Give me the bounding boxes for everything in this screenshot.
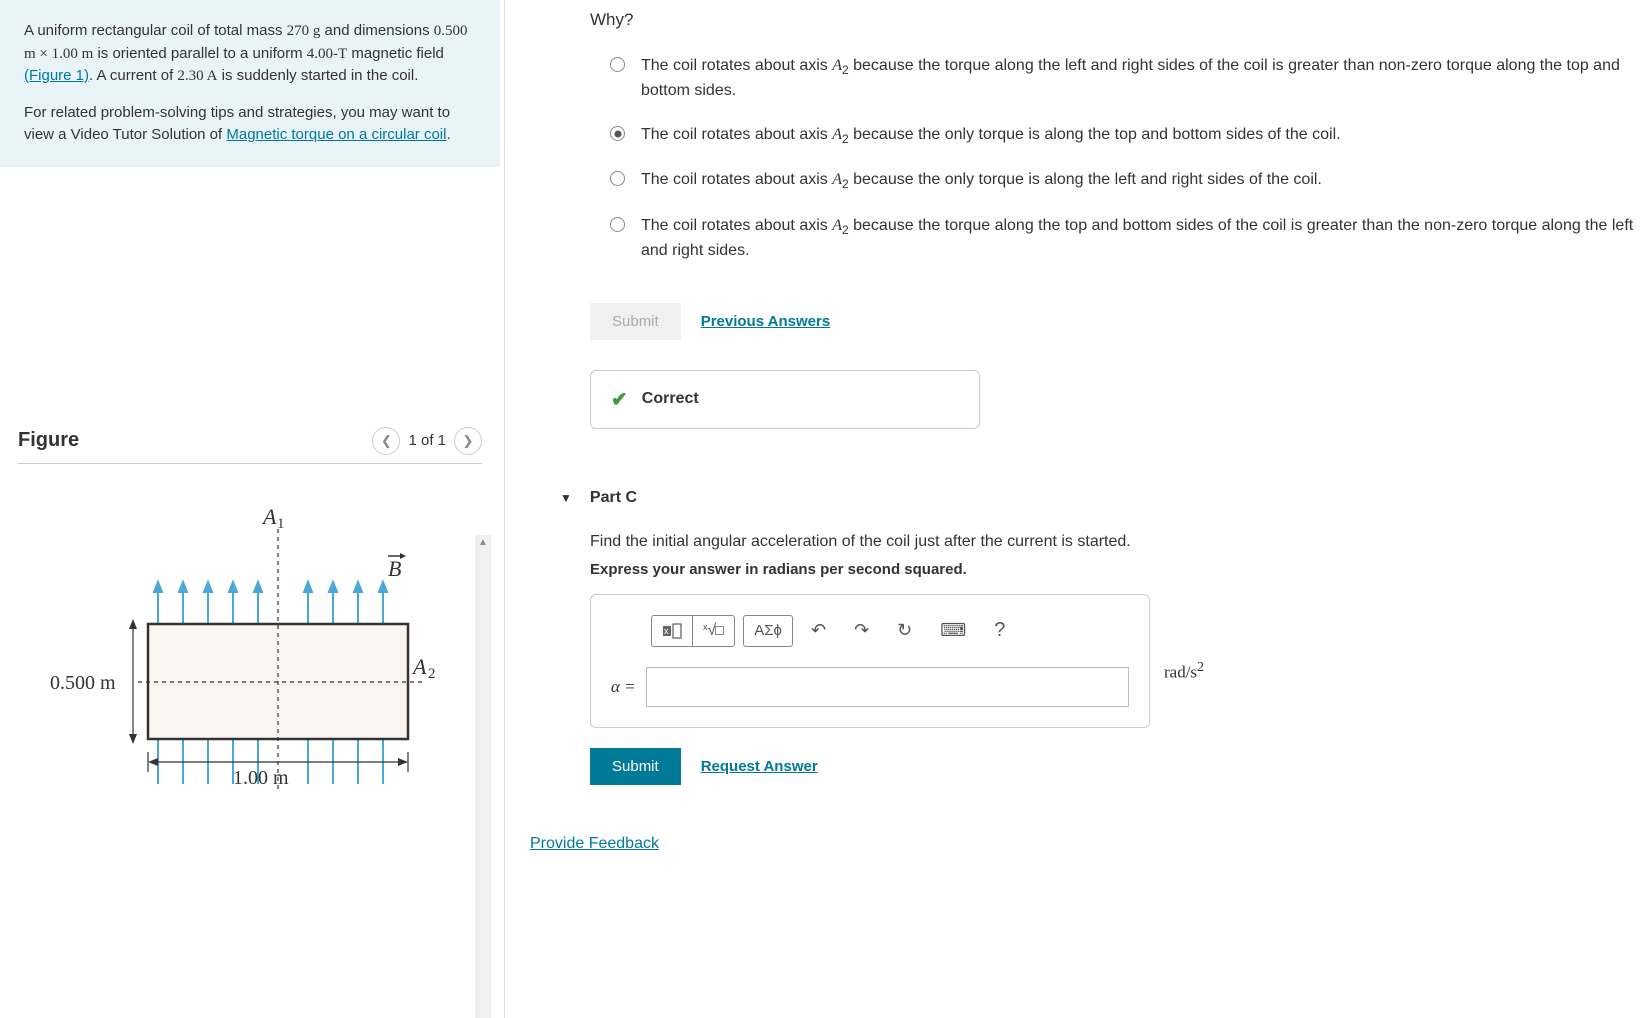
- radio-circle-icon[interactable]: [610, 57, 625, 72]
- figure-next-button[interactable]: ❯: [454, 427, 482, 455]
- radio-option-4[interactable]: The coil rotates about axis A2 because t…: [610, 214, 1642, 263]
- radio-circle-icon[interactable]: [610, 126, 625, 141]
- part-c-instruction: Find the initial angular acceleration of…: [590, 533, 1642, 551]
- submit-button: Submit: [590, 303, 681, 340]
- part-c-subinstruction: Express your answer in radians per secon…: [590, 561, 1642, 578]
- svg-text:A: A: [411, 654, 427, 679]
- answer-input[interactable]: [646, 667, 1129, 707]
- answer-toolbar: x x√ ΑΣϕ ↶ ↷ ↻ ⌨ ?: [611, 615, 1129, 647]
- request-answer-link[interactable]: Request Answer: [701, 758, 818, 775]
- problem-paragraph-1: A uniform rectangular coil of total mass…: [24, 20, 476, 88]
- video-tutor-link[interactable]: Magnetic torque on a circular coil: [226, 126, 446, 143]
- figure-count: 1 of 1: [408, 432, 446, 449]
- check-icon: ✔: [611, 387, 628, 412]
- problem-paragraph-2: For related problem-solving tips and str…: [24, 102, 476, 147]
- problem-statement: A uniform rectangular coil of total mass…: [0, 0, 500, 167]
- svg-text:1.00 m: 1.00 m: [233, 767, 289, 789]
- figure-prev-button[interactable]: ❮: [372, 427, 400, 455]
- variable-label: α =: [611, 677, 636, 697]
- figure-scrollbar[interactable]: ▲: [475, 535, 491, 1018]
- figure-diagram: B A 1 A 2 0.500 m: [18, 494, 482, 798]
- template-tool-button[interactable]: x: [651, 615, 692, 647]
- undo-button[interactable]: ↶: [801, 615, 836, 647]
- figure-title: Figure: [18, 429, 79, 452]
- units-label: rad/s2: [1164, 659, 1204, 683]
- scroll-up-icon[interactable]: ▲: [475, 535, 491, 551]
- answer-box: x x√ ΑΣϕ ↶ ↷ ↻ ⌨ ? α =: [590, 594, 1150, 728]
- radio-text: The coil rotates about axis A2 because t…: [641, 214, 1642, 263]
- collapse-icon[interactable]: ▼: [560, 491, 572, 505]
- svg-text:A: A: [261, 504, 277, 529]
- why-heading: Why?: [590, 10, 1642, 30]
- keyboard-button[interactable]: ⌨: [930, 615, 976, 647]
- svg-text:2: 2: [428, 666, 436, 682]
- radio-option-2[interactable]: The coil rotates about axis A2 because t…: [610, 123, 1642, 148]
- part-c-header[interactable]: ▼ Part C: [560, 489, 1642, 507]
- radio-option-3[interactable]: The coil rotates about axis A2 because t…: [610, 168, 1642, 193]
- radio-text: The coil rotates about axis A2 because t…: [641, 123, 1341, 148]
- radio-text: The coil rotates about axis A2 because t…: [641, 168, 1322, 193]
- figure-link[interactable]: (Figure 1): [24, 67, 89, 84]
- radio-circle-icon[interactable]: [610, 171, 625, 186]
- svg-text:1: 1: [277, 516, 285, 532]
- radio-text: The coil rotates about axis A2 because t…: [641, 54, 1642, 103]
- reset-button[interactable]: ↻: [887, 615, 922, 647]
- redo-button[interactable]: ↷: [844, 615, 879, 647]
- greek-tool-button[interactable]: ΑΣϕ: [743, 615, 793, 647]
- feedback-correct: ✔ Correct: [590, 370, 980, 429]
- submit-button[interactable]: Submit: [590, 748, 681, 785]
- help-button[interactable]: ?: [984, 615, 1015, 647]
- radio-option-1[interactable]: The coil rotates about axis A2 because t…: [610, 54, 1642, 103]
- previous-answers-link[interactable]: Previous Answers: [701, 313, 831, 330]
- feedback-text: Correct: [642, 390, 699, 408]
- provide-feedback-link[interactable]: Provide Feedback: [530, 835, 1642, 853]
- svg-text:B: B: [388, 556, 401, 581]
- radio-group: The coil rotates about axis A2 because t…: [590, 54, 1642, 263]
- sqrt-tool-button[interactable]: x√: [692, 615, 735, 647]
- part-title: Part C: [590, 489, 637, 507]
- radio-circle-icon[interactable]: [610, 217, 625, 232]
- svg-text:x: x: [664, 626, 669, 636]
- svg-text:0.500 m: 0.500 m: [50, 672, 116, 694]
